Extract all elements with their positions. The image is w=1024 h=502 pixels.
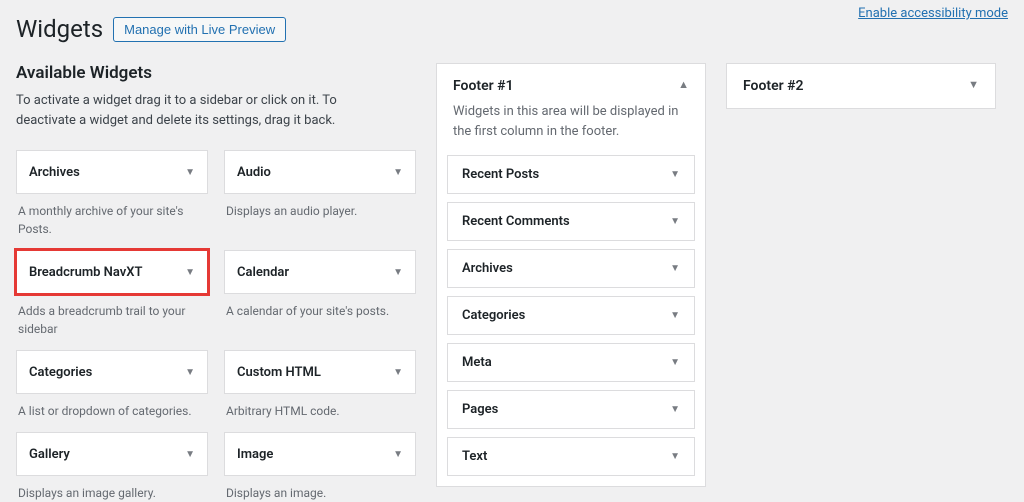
area-widget-archives[interactable]: Archives ▼ xyxy=(447,249,695,288)
widget-audio[interactable]: Audio ▼ xyxy=(224,150,416,194)
widget-image[interactable]: Image ▼ xyxy=(224,432,416,476)
area-widget-title: Recent Comments xyxy=(462,214,570,229)
chevron-down-icon: ▼ xyxy=(968,78,979,91)
chevron-down-icon: ▼ xyxy=(393,367,403,378)
widget-calendar[interactable]: Calendar ▼ xyxy=(224,250,416,294)
widget-title: Breadcrumb NavXT xyxy=(29,265,142,280)
area-widget-title: Pages xyxy=(462,402,498,417)
widget-description: Displays an image. xyxy=(224,484,416,502)
area-widget-title: Categories xyxy=(462,308,525,323)
chevron-down-icon: ▼ xyxy=(670,310,680,321)
area-widget-recent-posts[interactable]: Recent Posts ▼ xyxy=(447,155,695,194)
chevron-down-icon: ▼ xyxy=(185,167,195,178)
chevron-down-icon: ▼ xyxy=(185,449,195,460)
widget-area-header[interactable]: Footer #1 ▲ xyxy=(437,64,705,100)
area-widget-recent-comments[interactable]: Recent Comments ▼ xyxy=(447,202,695,241)
widget-breadcrumb-navxt[interactable]: Breadcrumb NavXT ▼ xyxy=(16,250,208,294)
chevron-down-icon: ▼ xyxy=(670,216,680,227)
widget-description: A list or dropdown of categories. xyxy=(16,402,208,420)
area-widget-title: Meta xyxy=(462,355,492,370)
chevron-down-icon: ▼ xyxy=(393,167,403,178)
accessibility-mode-link[interactable]: Enable accessibility mode xyxy=(858,6,1008,21)
area-widget-title: Archives xyxy=(462,261,513,276)
chevron-down-icon: ▼ xyxy=(670,404,680,415)
widget-title: Calendar xyxy=(237,265,289,280)
widget-description: A calendar of your site's posts. xyxy=(224,302,416,320)
widget-title: Audio xyxy=(237,165,271,180)
available-widgets-heading: Available Widgets xyxy=(16,63,416,83)
widget-area-header[interactable]: Footer #2 ▼ xyxy=(727,64,995,108)
widget-archives[interactable]: Archives ▼ xyxy=(16,150,208,194)
chevron-up-icon: ▲ xyxy=(678,78,689,91)
widget-description: A monthly archive of your site's Posts. xyxy=(16,202,208,238)
widget-area-footer-2: Footer #2 ▼ xyxy=(726,63,996,109)
widget-description: Adds a breadcrumb trail to your sidebar xyxy=(16,302,208,338)
widget-title: Categories xyxy=(29,365,92,380)
widget-custom-html[interactable]: Custom HTML ▼ xyxy=(224,350,416,394)
chevron-down-icon: ▼ xyxy=(185,267,195,278)
widget-area-title: Footer #2 xyxy=(743,78,804,94)
chevron-down-icon: ▼ xyxy=(670,451,680,462)
area-widget-title: Recent Posts xyxy=(462,167,539,182)
chevron-down-icon: ▼ xyxy=(670,169,680,180)
widget-description: Displays an image gallery. xyxy=(16,484,208,502)
widget-area-footer-1: Footer #1 ▲ Widgets in this area will be… xyxy=(436,63,706,487)
widget-title: Image xyxy=(237,447,273,462)
area-widget-meta[interactable]: Meta ▼ xyxy=(447,343,695,382)
chevron-down-icon: ▼ xyxy=(185,367,195,378)
chevron-down-icon: ▼ xyxy=(393,267,403,278)
widget-area-description: Widgets in this area will be displayed i… xyxy=(437,100,705,155)
widget-categories[interactable]: Categories ▼ xyxy=(16,350,208,394)
chevron-down-icon: ▼ xyxy=(670,357,680,368)
widget-gallery[interactable]: Gallery ▼ xyxy=(16,432,208,476)
widget-description: Displays an audio player. xyxy=(224,202,416,220)
widget-area-title: Footer #1 xyxy=(453,78,514,94)
widget-title: Archives xyxy=(29,165,80,180)
area-widget-text[interactable]: Text ▼ xyxy=(447,437,695,476)
area-widget-title: Text xyxy=(462,449,487,464)
manage-live-preview-button[interactable]: Manage with Live Preview xyxy=(113,17,286,42)
chevron-down-icon: ▼ xyxy=(393,449,403,460)
area-widget-pages[interactable]: Pages ▼ xyxy=(447,390,695,429)
widget-title: Gallery xyxy=(29,447,70,462)
page-title: Widgets xyxy=(16,15,103,43)
widget-description: Arbitrary HTML code. xyxy=(224,402,416,420)
chevron-down-icon: ▼ xyxy=(670,263,680,274)
available-widgets-description: To activate a widget drag it to a sideba… xyxy=(16,91,396,130)
widget-title: Custom HTML xyxy=(237,365,321,380)
area-widget-categories[interactable]: Categories ▼ xyxy=(447,296,695,335)
